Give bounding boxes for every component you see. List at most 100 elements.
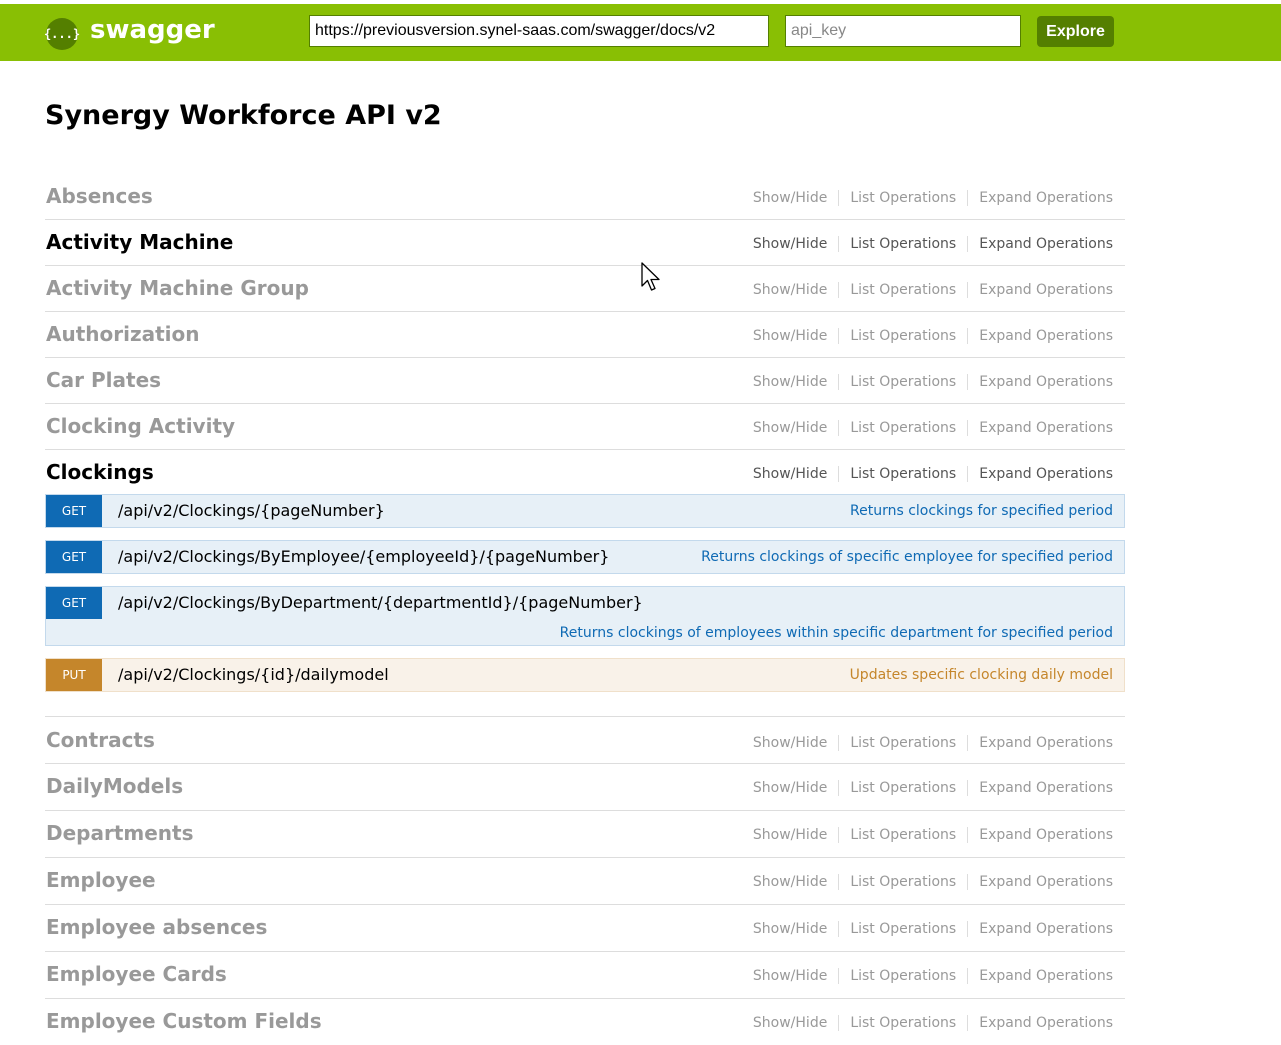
separator <box>838 735 840 751</box>
api-key-input[interactable] <box>785 15 1021 47</box>
resource-options: Show/Hide List Operations Expand Operati… <box>753 190 1113 206</box>
show-hide-link[interactable]: Show/Hide <box>753 374 827 390</box>
show-hide-link[interactable]: Show/Hide <box>753 968 827 984</box>
resource-name[interactable]: Authorization <box>46 322 200 346</box>
operation-path[interactable]: /api/v2/Clockings/{pageNumber} <box>118 501 385 520</box>
swagger-logo-icon[interactable]: {...} <box>44 18 80 50</box>
expand-operations-link[interactable]: Expand Operations <box>979 466 1113 482</box>
resource-employee-absences: Employee absences Show/Hide List Operati… <box>45 905 1125 952</box>
swagger-logo-text[interactable]: swagger <box>90 15 215 45</box>
separator <box>838 827 840 843</box>
operations-list: GET /api/v2/Clockings/{pageNumber} Retur… <box>45 494 1125 716</box>
expand-operations-link[interactable]: Expand Operations <box>979 921 1113 937</box>
separator <box>838 780 840 796</box>
resource-options: Show/Hide List Operations Expand Operati… <box>753 236 1113 252</box>
resource-name[interactable]: Clocking Activity <box>46 414 235 438</box>
http-method-badge[interactable]: PUT <box>46 659 102 691</box>
operation-summary[interactable]: Updates specific clocking daily model <box>850 667 1113 683</box>
expand-operations-link[interactable]: Expand Operations <box>979 190 1113 206</box>
operation-summary[interactable]: Returns clockings of specific employee f… <box>701 549 1113 565</box>
operation-path[interactable]: /api/v2/Clockings/{id}/dailymodel <box>118 665 389 684</box>
http-method-badge[interactable]: GET <box>46 587 102 619</box>
list-operations-link[interactable]: List Operations <box>850 190 956 206</box>
resource-name[interactable]: Employee <box>46 868 156 892</box>
show-hide-link[interactable]: Show/Hide <box>753 466 827 482</box>
resource-name[interactable]: Contracts <box>46 728 155 752</box>
resource-name[interactable]: Car Plates <box>46 368 161 392</box>
resource-name[interactable]: Departments <box>46 821 194 845</box>
resource-departments: Departments Show/Hide List Operations Ex… <box>45 811 1125 858</box>
expand-operations-link[interactable]: Expand Operations <box>979 968 1113 984</box>
show-hide-link[interactable]: Show/Hide <box>753 780 827 796</box>
operation-summary[interactable]: Returns clockings of employees within sp… <box>560 625 1113 641</box>
operation-get-clockings[interactable]: GET /api/v2/Clockings/{pageNumber} Retur… <box>45 494 1125 528</box>
show-hide-link[interactable]: Show/Hide <box>753 236 827 252</box>
http-method-badge[interactable]: GET <box>46 541 102 573</box>
separator <box>838 968 840 984</box>
resource-activity-machine-group: Activity Machine Group Show/Hide List Op… <box>45 266 1125 312</box>
expand-operations-link[interactable]: Expand Operations <box>979 282 1113 298</box>
list-operations-link[interactable]: List Operations <box>850 374 956 390</box>
show-hide-link[interactable]: Show/Hide <box>753 827 827 843</box>
resource-name[interactable]: Employee Cards <box>46 962 227 986</box>
list-operations-link[interactable]: List Operations <box>850 735 956 751</box>
expand-operations-link[interactable]: Expand Operations <box>979 1015 1113 1031</box>
list-operations-link[interactable]: List Operations <box>850 1015 956 1031</box>
resource-options: Show/Hide List Operations Expand Operati… <box>753 420 1113 436</box>
operation-get-clockings-by-department[interactable]: GET /api/v2/Clockings/ByDepartment/{depa… <box>45 586 1125 646</box>
expand-operations-link[interactable]: Expand Operations <box>979 420 1113 436</box>
separator <box>838 874 840 890</box>
resource-options: Show/Hide List Operations Expand Operati… <box>753 466 1113 482</box>
operation-put-clocking-dailymodel[interactable]: PUT /api/v2/Clockings/{id}/dailymodel Up… <box>45 658 1125 692</box>
show-hide-link[interactable]: Show/Hide <box>753 282 827 298</box>
separator <box>967 420 969 436</box>
expand-operations-link[interactable]: Expand Operations <box>979 827 1113 843</box>
expand-operations-link[interactable]: Expand Operations <box>979 374 1113 390</box>
resource-name[interactable]: Employee Custom Fields <box>46 1009 322 1033</box>
operation-path[interactable]: /api/v2/Clockings/ByEmployee/{employeeId… <box>118 547 609 566</box>
list-operations-link[interactable]: List Operations <box>850 968 956 984</box>
separator <box>838 236 840 252</box>
resource-name[interactable]: Absences <box>46 184 153 208</box>
separator <box>838 1015 840 1031</box>
show-hide-link[interactable]: Show/Hide <box>753 874 827 890</box>
spec-url-input[interactable] <box>309 15 769 47</box>
list-operations-link[interactable]: List Operations <box>850 827 956 843</box>
resource-options: Show/Hide List Operations Expand Operati… <box>753 735 1113 751</box>
explore-button[interactable]: Explore <box>1037 16 1114 47</box>
list-operations-link[interactable]: List Operations <box>850 236 956 252</box>
list-operations-link[interactable]: List Operations <box>850 282 956 298</box>
resource-options: Show/Hide List Operations Expand Operati… <box>753 968 1113 984</box>
operation-summary[interactable]: Returns clockings for specified period <box>850 503 1113 519</box>
expand-operations-link[interactable]: Expand Operations <box>979 735 1113 751</box>
show-hide-link[interactable]: Show/Hide <box>753 735 827 751</box>
resource-name[interactable]: Employee absences <box>46 915 267 939</box>
show-hide-link[interactable]: Show/Hide <box>753 190 827 206</box>
expand-operations-link[interactable]: Expand Operations <box>979 236 1113 252</box>
show-hide-link[interactable]: Show/Hide <box>753 1015 827 1031</box>
resource-name[interactable]: Clockings <box>46 460 154 484</box>
resource-name[interactable]: DailyModels <box>46 774 183 798</box>
operation-get-clockings-by-employee[interactable]: GET /api/v2/Clockings/ByEmployee/{employ… <box>45 540 1125 574</box>
http-method-badge[interactable]: GET <box>46 495 102 527</box>
resource-name[interactable]: Activity Machine Group <box>46 276 309 300</box>
resource-options: Show/Hide List Operations Expand Operati… <box>753 874 1113 890</box>
list-operations-link[interactable]: List Operations <box>850 420 956 436</box>
list-operations-link[interactable]: List Operations <box>850 874 956 890</box>
list-operations-link[interactable]: List Operations <box>850 780 956 796</box>
separator <box>838 190 840 206</box>
list-operations-link[interactable]: List Operations <box>850 328 956 344</box>
list-operations-link[interactable]: List Operations <box>850 921 956 937</box>
page-title: Synergy Workforce API v2 <box>45 100 442 131</box>
show-hide-link[interactable]: Show/Hide <box>753 420 827 436</box>
resource-options: Show/Hide List Operations Expand Operati… <box>753 374 1113 390</box>
separator <box>838 282 840 298</box>
operation-path[interactable]: /api/v2/Clockings/ByDepartment/{departme… <box>118 593 643 612</box>
show-hide-link[interactable]: Show/Hide <box>753 328 827 344</box>
expand-operations-link[interactable]: Expand Operations <box>979 328 1113 344</box>
expand-operations-link[interactable]: Expand Operations <box>979 874 1113 890</box>
resource-name[interactable]: Activity Machine <box>46 230 233 254</box>
list-operations-link[interactable]: List Operations <box>850 466 956 482</box>
expand-operations-link[interactable]: Expand Operations <box>979 780 1113 796</box>
show-hide-link[interactable]: Show/Hide <box>753 921 827 937</box>
